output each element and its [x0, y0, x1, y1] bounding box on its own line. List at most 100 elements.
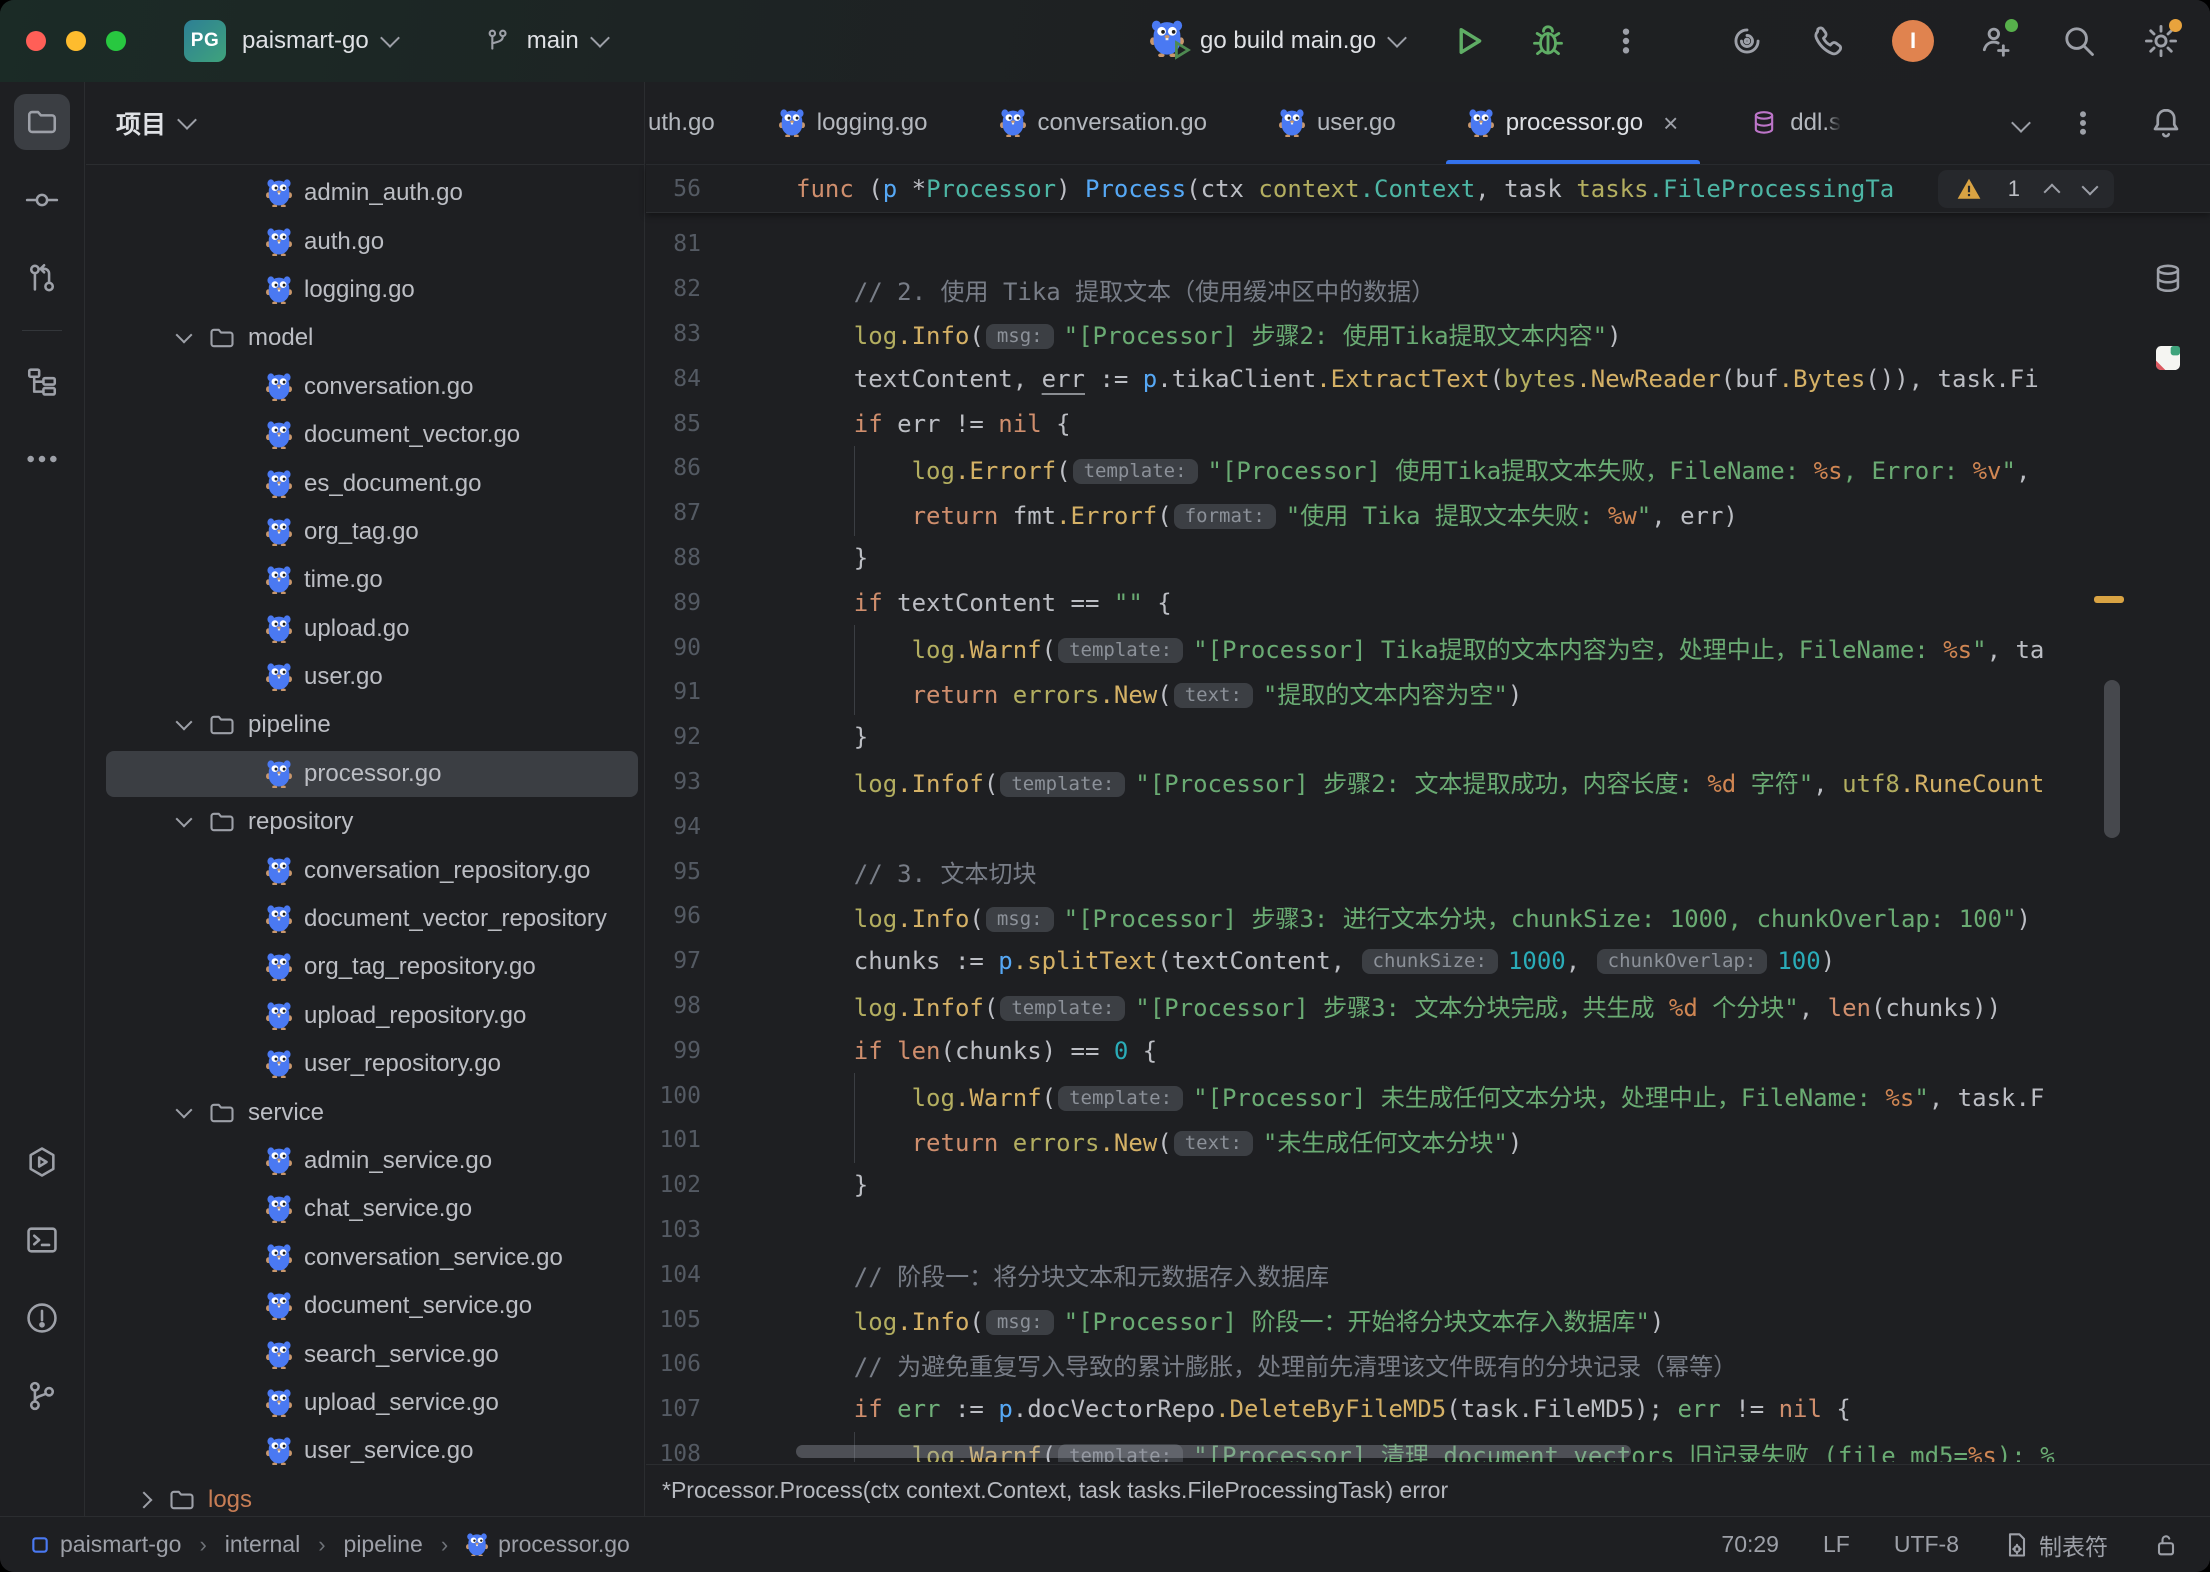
- file-encoding[interactable]: UTF-8: [1894, 1531, 1959, 1558]
- code-line-82[interactable]: 82 // 2. 使用 Tika 提取文本（使用缓冲区中的数据）: [646, 267, 2126, 312]
- phone-icon[interactable]: [1810, 22, 1848, 60]
- code-line-104[interactable]: 104 // 阶段一：将分块文本和元数据存入数据库: [646, 1252, 2126, 1297]
- tab-options-icon[interactable]: [2068, 108, 2098, 138]
- code-line-89[interactable]: 89 if textContent == "" {: [646, 580, 2126, 625]
- code-line-93[interactable]: 93 log.Infof(template:"[Processor] 步骤2: …: [646, 760, 2126, 805]
- vertical-scrollbar[interactable]: [2104, 680, 2120, 838]
- code-line-85[interactable]: 85 if err != nil {: [646, 401, 2126, 446]
- code-with-me-icon[interactable]: [1978, 22, 2016, 60]
- breadcrumb-item[interactable]: paismart-go: [30, 1531, 181, 1558]
- debug-button[interactable]: [1530, 23, 1566, 59]
- tree-file-user_repository.go[interactable]: user_repository.go: [86, 1040, 644, 1088]
- user-avatar[interactable]: I: [1892, 20, 1934, 62]
- line-ending[interactable]: LF: [1823, 1531, 1850, 1558]
- tab-uth.go[interactable]: uth.go: [646, 82, 743, 164]
- chevron-down-icon[interactable]: [176, 714, 193, 731]
- project-tool-icon[interactable]: [14, 94, 70, 150]
- tree-file-conversation_repository.go[interactable]: conversation_repository.go: [86, 846, 644, 894]
- code-line-97[interactable]: 97 chunks := p.splitText(textContent, ch…: [646, 939, 2126, 984]
- tree-file-processor.go[interactable]: processor.go: [86, 750, 644, 798]
- tree-file-auth.go[interactable]: auth.go: [86, 217, 644, 265]
- sticky-header-line[interactable]: 56 func (p *Processor) Process(ctx conte…: [646, 165, 2210, 213]
- tree-folder-service[interactable]: service: [86, 1088, 644, 1136]
- tab-processor.go[interactable]: processor.go×: [1432, 82, 1715, 164]
- pull-requests-tool-icon[interactable]: [14, 250, 70, 306]
- lock-icon[interactable]: [2152, 1531, 2180, 1559]
- code-line-90[interactable]: 90 log.Warnf(template:"[Processor] Tika提…: [646, 625, 2126, 670]
- indent-style[interactable]: 制表符: [2003, 1528, 2108, 1562]
- maximize-window-button[interactable]: [106, 31, 126, 51]
- code-line-96[interactable]: 96 log.Info(msg:"[Processor] 步骤3: 进行文本分块…: [646, 894, 2126, 939]
- tree-file-admin_service.go[interactable]: admin_service.go: [86, 1137, 644, 1185]
- tree-file-upload_service.go[interactable]: upload_service.go: [86, 1379, 644, 1427]
- code-line-101[interactable]: 101 return errors.New(text:"未生成任何文本分块"): [646, 1118, 2126, 1163]
- more-actions-button[interactable]: [1610, 25, 1642, 57]
- tab-ddl.s[interactable]: ddl.s: [1714, 82, 1877, 164]
- run-configuration[interactable]: go build main.go: [1150, 20, 1642, 62]
- avatar[interactable]: I: [1892, 20, 1934, 62]
- breadcrumb-item[interactable]: processor.go: [466, 1531, 630, 1558]
- code-line-84[interactable]: 84 textContent, err := p.tikaClient.Extr…: [646, 356, 2126, 401]
- tree-file-conversation.go[interactable]: conversation.go: [86, 363, 644, 411]
- tree-file-upload_repository.go[interactable]: upload_repository.go: [86, 992, 644, 1040]
- code-line-86[interactable]: 86 log.Errorf(template:"[Processor] 使用Ti…: [646, 446, 2126, 491]
- database-icon[interactable]: [2151, 262, 2185, 296]
- code-line-95[interactable]: 95 // 3. 文本切块: [646, 849, 2126, 894]
- tree-file-conversation_service.go[interactable]: conversation_service.go: [86, 1234, 644, 1282]
- tab-conversation.go[interactable]: conversation.go: [964, 82, 1243, 164]
- terminal-tool-icon[interactable]: [14, 1212, 70, 1268]
- tree-file-es_document.go[interactable]: es_document.go: [86, 459, 644, 507]
- tree-file-document_vector_repository[interactable]: document_vector_repository: [86, 895, 644, 943]
- ai-plugin-icon[interactable]: [2152, 342, 2184, 374]
- close-tab-icon[interactable]: ×: [1663, 108, 1678, 139]
- code-line-94[interactable]: 94: [646, 804, 2126, 849]
- tree-file-time.go[interactable]: time.go: [86, 556, 644, 604]
- settings-icon[interactable]: [2142, 22, 2180, 60]
- horizontal-scrollbar[interactable]: [796, 1445, 1631, 1458]
- tree-folder-repository[interactable]: repository: [86, 798, 644, 846]
- services-tool-icon[interactable]: [14, 1134, 70, 1190]
- tree-file-document_service.go[interactable]: document_service.go: [86, 1282, 644, 1330]
- tree-file-chat_service.go[interactable]: chat_service.go: [86, 1185, 644, 1233]
- code-line-83[interactable]: 83 log.Info(msg:"[Processor] 步骤2: 使用Tika…: [646, 312, 2126, 357]
- code-line-102[interactable]: 102 }: [646, 1163, 2126, 1208]
- hidden-tabs-dropdown-icon[interactable]: [2011, 113, 2031, 133]
- breadcrumb-item[interactable]: internal: [225, 1531, 300, 1558]
- code-editor[interactable]: 81 82 // 2. 使用 Tika 提取文本（使用缓冲区中的数据）83 lo…: [646, 214, 2126, 1462]
- ai-swirl-icon[interactable]: [1728, 22, 1766, 60]
- code-line-88[interactable]: 88 }: [646, 536, 2126, 581]
- code-line-107[interactable]: 107 if err := p.docVectorRepo.DeleteByFi…: [646, 1387, 2126, 1432]
- tree-file-search_service.go[interactable]: search_service.go: [86, 1330, 644, 1378]
- notifications-bell-icon[interactable]: [2148, 105, 2184, 141]
- commit-tool-icon[interactable]: [14, 172, 70, 228]
- tree-folder-model[interactable]: model: [86, 314, 644, 362]
- code-line-98[interactable]: 98 log.Infof(template:"[Processor] 步骤3: …: [646, 984, 2126, 1029]
- previous-problem-icon[interactable]: [2044, 184, 2061, 201]
- tree-file-upload.go[interactable]: upload.go: [86, 605, 644, 653]
- close-window-button[interactable]: [26, 31, 46, 51]
- tab-logging.go[interactable]: logging.go: [743, 82, 964, 164]
- code-line-106[interactable]: 106 // 为避免重复写入导致的累计膨胀，处理前先清理该文件既有的分块记录（幂…: [646, 1342, 2126, 1387]
- code-line-92[interactable]: 92 }: [646, 715, 2126, 760]
- breadcrumb-item[interactable]: pipeline: [344, 1531, 423, 1558]
- code-line-100[interactable]: 100 log.Warnf(template:"[Processor] 未生成任…: [646, 1073, 2126, 1118]
- code-line-87[interactable]: 87 return fmt.Errorf(format:"使用 Tika 提取文…: [646, 491, 2126, 536]
- more-tool-icon[interactable]: [14, 431, 70, 487]
- code-line-105[interactable]: 105 log.Info(msg:"[Processor] 阶段一：开始将分块文…: [646, 1297, 2126, 1342]
- tree-file-document_vector.go[interactable]: document_vector.go: [86, 411, 644, 459]
- project-widget[interactable]: PG paismart-go: [126, 20, 397, 62]
- search-icon[interactable]: [2060, 22, 2098, 60]
- structure-tool-icon[interactable]: [14, 353, 70, 409]
- project-panel-header[interactable]: 项目: [86, 82, 644, 165]
- version-control-tool-icon[interactable]: [14, 1368, 70, 1424]
- code-line-91[interactable]: 91 return errors.New(text:"提取的文本内容为空"): [646, 670, 2126, 715]
- problems-tool-icon[interactable]: [14, 1290, 70, 1346]
- tree-folder-logs[interactable]: logs: [86, 1476, 644, 1516]
- tree-file-logging.go[interactable]: logging.go: [86, 266, 644, 314]
- tree-folder-pipeline[interactable]: pipeline: [86, 701, 644, 749]
- code-line-99[interactable]: 99 if len(chunks) == 0 {: [646, 1028, 2126, 1073]
- tree-file-user.go[interactable]: user.go: [86, 653, 644, 701]
- chevron-right-icon[interactable]: [136, 1491, 153, 1508]
- tab-user.go[interactable]: user.go: [1243, 82, 1432, 164]
- tree-file-org_tag_repository.go[interactable]: org_tag_repository.go: [86, 943, 644, 991]
